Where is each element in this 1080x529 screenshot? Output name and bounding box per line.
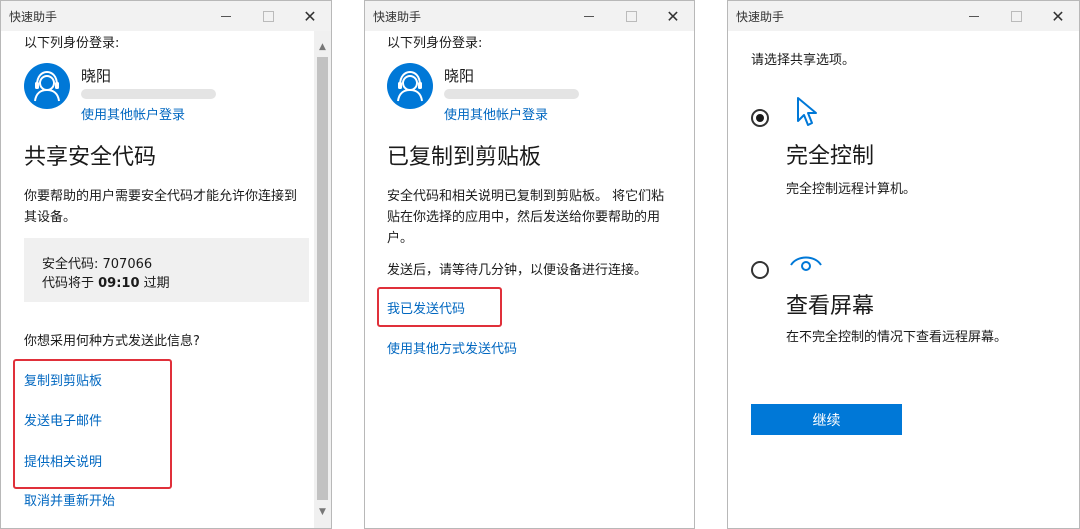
minimize-button[interactable]	[205, 1, 247, 31]
expiry-time: 09:10	[98, 276, 140, 291]
maximize-button[interactable]	[247, 1, 289, 31]
minimize-icon	[969, 15, 979, 17]
scroll-down-icon[interactable]: ▼	[314, 502, 331, 522]
window-title: 快速助手	[9, 9, 58, 24]
close-button[interactable]: ✕	[1037, 1, 1079, 31]
view-screen-title[interactable]: 查看屏幕	[786, 288, 874, 320]
minimize-icon	[221, 15, 231, 17]
expiry-suffix: 过期	[139, 276, 170, 291]
other-account-link[interactable]: 使用其他帐户登录	[81, 104, 185, 123]
full-control-desc: 完全控制远程计算机。	[786, 182, 917, 197]
expiry-prefix: 代码将于	[42, 276, 99, 291]
window-title: 快速助手	[736, 9, 785, 24]
avatar	[24, 63, 70, 109]
scroll-up-icon[interactable]: ▲	[314, 37, 331, 57]
maximize-button[interactable]	[610, 1, 652, 31]
user-name: 晓阳	[81, 67, 112, 85]
description: 你要帮助的用户需要安全代码才能允许你连接到其设备。	[24, 189, 298, 225]
minimize-icon	[584, 15, 594, 17]
code-expiry: 代码将于 09:10 过期	[42, 272, 170, 291]
highlight-box	[377, 287, 502, 327]
quick-assist-window-share-code: 快速助手 ✕ 以下列身份登录: 晓阳 使用其他帐户登录 共享安全代码 你要帮助的…	[0, 0, 332, 529]
email-redacted	[81, 89, 216, 99]
signin-label: 以下列身份登录:	[387, 36, 483, 51]
other-account-link[interactable]: 使用其他帐户登录	[444, 104, 548, 123]
maximize-icon	[1010, 10, 1022, 22]
eye-icon	[790, 256, 822, 271]
other-send-method-link[interactable]: 使用其他方式发送代码	[387, 338, 517, 357]
continue-button[interactable]: 继续	[751, 404, 902, 435]
title-bar: 快速助手 ✕	[728, 1, 1079, 31]
minimize-button[interactable]	[953, 1, 995, 31]
page-heading: 共享安全代码	[24, 145, 157, 170]
minimize-button[interactable]	[568, 1, 610, 31]
quick-assist-window-share-option: 快速助手 ✕ 请选择共享选项。 完全控制 完全控制远程计算机。 查看屏幕 在不完…	[727, 0, 1080, 529]
page-heading: 已复制到剪贴板	[387, 145, 542, 170]
send-question: 你想采用何种方式发送此信息?	[24, 334, 200, 349]
signin-label: 以下列身份登录:	[24, 36, 120, 51]
scroll-thumb[interactable]	[317, 57, 328, 500]
share-option-prompt: 请选择共享选项。	[751, 53, 856, 68]
maximize-icon	[625, 10, 637, 22]
avatar	[387, 63, 433, 109]
cancel-restart-link[interactable]: 取消并重新开始	[24, 490, 115, 509]
description: 安全代码和相关说明已复制到剪贴板。 将它们粘贴在你选择的应用中，然后发送给你要帮…	[387, 189, 665, 246]
security-code: 安全代码: 707066	[42, 257, 153, 272]
full-control-radio[interactable]	[751, 109, 769, 127]
email-redacted	[444, 89, 579, 99]
highlight-box	[13, 359, 172, 489]
title-bar: 快速助手 ✕	[1, 1, 331, 31]
wait-text: 发送后，请等待几分钟，以便设备进行连接。	[387, 263, 648, 278]
security-code-box: 安全代码: 707066 代码将于 09:10 过期	[24, 238, 309, 302]
maximize-button[interactable]	[995, 1, 1037, 31]
close-button[interactable]: ✕	[652, 1, 694, 31]
full-control-title[interactable]: 完全控制	[786, 138, 874, 170]
cursor-icon	[797, 97, 817, 126]
quick-assist-window-copied: 快速助手 ✕ 以下列身份登录: 晓阳 使用其他帐户登录 已复制到剪贴板 安全代码…	[364, 0, 695, 529]
title-bar: 快速助手 ✕	[365, 1, 694, 31]
maximize-icon	[262, 10, 274, 22]
scrollbar[interactable]: ▲ ▼	[314, 31, 331, 528]
support-agent-icon	[397, 70, 423, 102]
window-title: 快速助手	[373, 9, 422, 24]
close-button[interactable]: ✕	[289, 1, 331, 31]
support-agent-icon	[34, 70, 60, 102]
view-screen-desc: 在不完全控制的情况下查看远程屏幕。	[786, 330, 1008, 345]
user-name: 晓阳	[444, 67, 475, 85]
view-screen-radio[interactable]	[751, 261, 769, 279]
